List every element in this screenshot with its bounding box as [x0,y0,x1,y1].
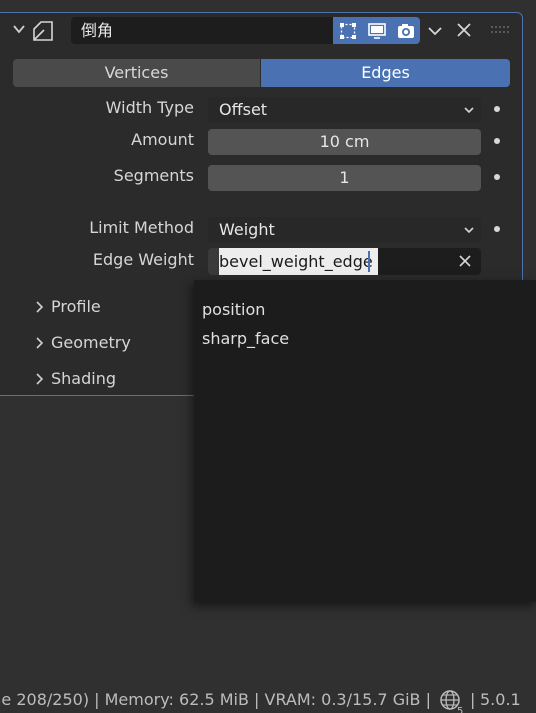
width-type-dropdown[interactable]: Offset [208,97,481,123]
dropdown-arrow-icon [464,227,474,234]
status-separator: | [470,690,476,709]
limit-method-value: Weight [219,220,275,239]
bevel-modifier-icon [33,21,53,41]
status-bar: ne 208/250) | Memory: 62.5 MiB | VRAM: 0… [0,686,536,713]
subpanel-label: Profile [51,297,101,316]
chevron-right-icon [36,372,44,385]
subpanel-geometry[interactable]: Geometry [34,333,131,352]
segments-field[interactable]: 1 [208,165,481,191]
keyframe-dot-icon[interactable] [494,174,500,180]
keyframe-dot-icon[interactable] [494,138,500,144]
tab-vertices[interactable]: Vertices [13,59,260,87]
edge-weight-input-edge [208,248,219,275]
tab-edges[interactable]: Edges [261,59,510,87]
globe-count: 5 [457,706,464,713]
modifier-name-field[interactable]: 倒角 [71,17,333,44]
dropdown-chevron-icon[interactable] [426,22,444,40]
width-type-value: Offset [219,100,268,119]
popup-item-position[interactable]: position [202,300,265,319]
render-toggle[interactable] [391,17,420,44]
subpanel-label: Geometry [51,333,131,352]
keyframe-dot-icon[interactable] [494,106,500,112]
render-camera-icon [397,23,414,38]
popup-item-sharp-face[interactable]: sharp_face [202,329,289,348]
subpanel-shading[interactable]: Shading [34,369,116,388]
limit-method-dropdown[interactable]: Weight [208,217,481,243]
dropdown-arrow-icon [464,107,474,114]
amount-field[interactable]: 10 cm [208,129,481,155]
status-stats: ne 208/250) | Memory: 62.5 MiB | VRAM: 0… [0,690,431,709]
subpanel-label: Shading [51,369,116,388]
keyframe-dot-icon[interactable] [494,226,500,232]
version-label: 5.0.1 [480,690,521,709]
clear-icon[interactable] [458,254,472,268]
segments-label: Segments [113,166,194,185]
edge-weight-label: Edge Weight [92,250,194,269]
attribute-search-popup: position sharp_face [194,280,536,602]
chevron-right-icon [36,300,44,313]
viewport-display-toggle[interactable] [362,17,391,44]
drag-grip-icon[interactable] [490,24,512,36]
edge-weight-input[interactable]: bevel_weight_edge [208,248,481,275]
chevron-right-icon [36,336,44,349]
close-icon[interactable] [455,21,473,39]
width-type-label: Width Type [105,98,194,117]
edge-weight-selected-text[interactable]: bevel_weight_edge [219,248,378,275]
limit-method-label: Limit Method [89,218,194,237]
edit-mode-toggle-icon [339,22,356,39]
viewport-display-icon [367,22,386,39]
chevron-down-icon[interactable] [12,22,26,36]
subpanel-profile[interactable]: Profile [34,297,101,316]
edit-mode-toggle[interactable] [333,17,362,44]
text-caret [368,251,370,272]
amount-label: Amount [131,130,194,149]
